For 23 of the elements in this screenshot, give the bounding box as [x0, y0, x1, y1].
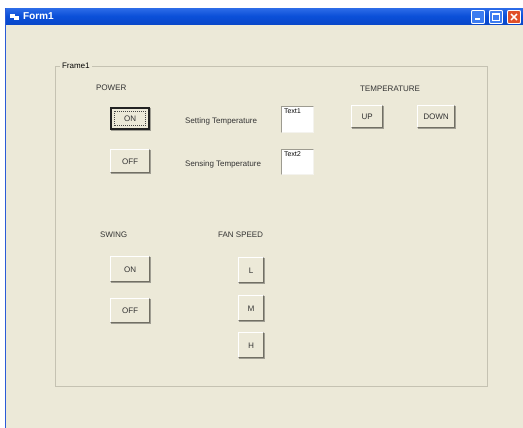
- close-button[interactable]: [507, 10, 521, 24]
- command-button[interactable]: OFF: [110, 149, 150, 173]
- maximize-button[interactable]: [489, 10, 503, 24]
- command-button[interactable]: H: [238, 332, 264, 358]
- section-label: FAN SPEED: [218, 230, 263, 239]
- command-button[interactable]: L: [238, 257, 264, 283]
- close-icon: [510, 12, 518, 20]
- command-button[interactable]: M: [238, 295, 264, 321]
- command-button[interactable]: OFF: [110, 298, 150, 323]
- window-icon: [10, 12, 19, 20]
- field-label: Sensing Temperature: [185, 159, 261, 168]
- minimize-button[interactable]: [471, 10, 485, 24]
- command-button[interactable]: ON: [110, 256, 150, 282]
- section-label: TEMPERATURE: [360, 84, 420, 93]
- command-button[interactable]: UP: [351, 105, 383, 128]
- maximize-icon: [492, 12, 500, 20]
- field-label: Setting Temperature: [185, 116, 257, 125]
- frame-title: Frame1: [60, 61, 92, 70]
- command-button[interactable]: DOWN: [417, 105, 455, 128]
- section-label: SWING: [100, 230, 128, 239]
- section-label: POWER: [96, 83, 126, 92]
- window-title: Form1: [23, 11, 55, 22]
- command-button[interactable]: ON: [110, 107, 150, 130]
